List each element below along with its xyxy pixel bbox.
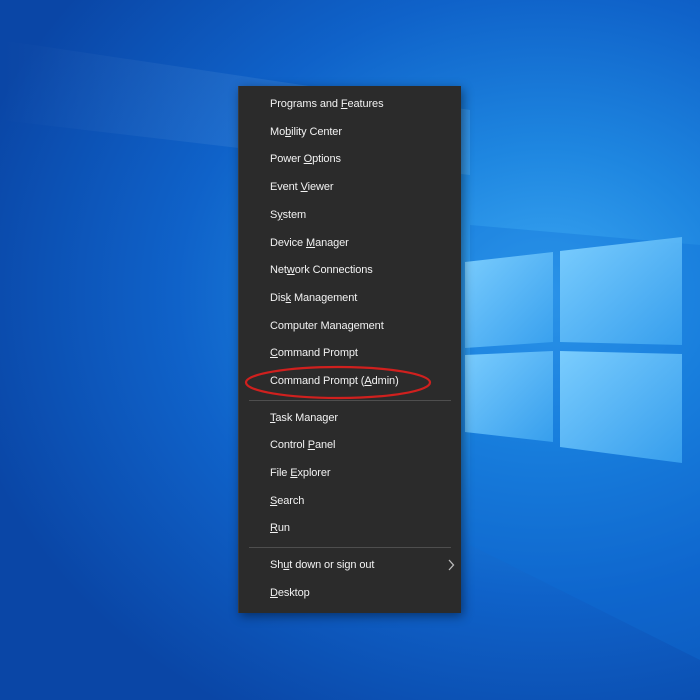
menu-item-label: Event Viewer bbox=[270, 181, 334, 193]
menu-item-label: Mobility Center bbox=[270, 126, 342, 138]
menu-item-label: Control Panel bbox=[270, 439, 336, 451]
menu-item-programs-and-features[interactable]: Programs and Features bbox=[239, 91, 461, 117]
menu-item-event-viewer[interactable]: Event Viewer bbox=[239, 174, 461, 200]
menu-item-label: Programs and Features bbox=[270, 98, 384, 110]
menu-item-label: System bbox=[270, 209, 307, 221]
menu-item-device-manager[interactable]: Device Manager bbox=[239, 230, 461, 256]
menu-item-label: Task Manager bbox=[270, 412, 338, 424]
menu-item-desktop[interactable]: Desktop bbox=[239, 580, 461, 606]
menu-item-computer-management[interactable]: Computer Management bbox=[239, 313, 461, 339]
menu-item-system[interactable]: System bbox=[239, 202, 461, 228]
menu-item-power-options[interactable]: Power Options bbox=[239, 146, 461, 172]
menu-item-network-connections[interactable]: Network Connections bbox=[239, 257, 461, 283]
menu-item-disk-management[interactable]: Disk Management bbox=[239, 285, 461, 311]
menu-item-search[interactable]: Search bbox=[239, 488, 461, 514]
menu-item-shut-down-or-sign-out[interactable]: Shut down or sign out bbox=[239, 552, 461, 578]
power-user-menu: Programs and Features Mobility Center Powe… bbox=[238, 86, 461, 613]
menu-item-label: Disk Management bbox=[270, 292, 358, 304]
menu-item-label: Power Options bbox=[270, 153, 341, 165]
menu-item-label: Computer Management bbox=[270, 320, 384, 332]
menu-item-control-panel[interactable]: Control Panel bbox=[239, 432, 461, 458]
menu-item-mobility-center[interactable]: Mobility Center bbox=[239, 119, 461, 145]
menu-item-label: Shut down or sign out bbox=[270, 559, 375, 571]
menu-item-task-manager[interactable]: Task Manager bbox=[239, 405, 461, 431]
menu-item-label: Search bbox=[270, 495, 305, 507]
menu-item-run[interactable]: Run bbox=[239, 515, 461, 541]
chevron-right-icon bbox=[448, 559, 455, 571]
menu-separator bbox=[249, 400, 451, 401]
menu-item-label: Desktop bbox=[270, 587, 310, 599]
menu-item-label: Network Connections bbox=[270, 264, 373, 276]
menu-separator bbox=[249, 547, 451, 548]
menu-item-label: Device Manager bbox=[270, 237, 349, 249]
menu-item-file-explorer[interactable]: File Explorer bbox=[239, 460, 461, 486]
menu-item-label: Run bbox=[270, 522, 290, 534]
menu-item-label: File Explorer bbox=[270, 467, 331, 479]
menu-item-command-prompt[interactable]: Command Prompt bbox=[239, 340, 461, 366]
menu-item-label: Command Prompt bbox=[270, 347, 358, 359]
menu-item-label: Command Prompt (Admin) bbox=[270, 375, 399, 387]
menu-item-command-prompt-admin[interactable]: Command Prompt (Admin) bbox=[239, 368, 461, 394]
